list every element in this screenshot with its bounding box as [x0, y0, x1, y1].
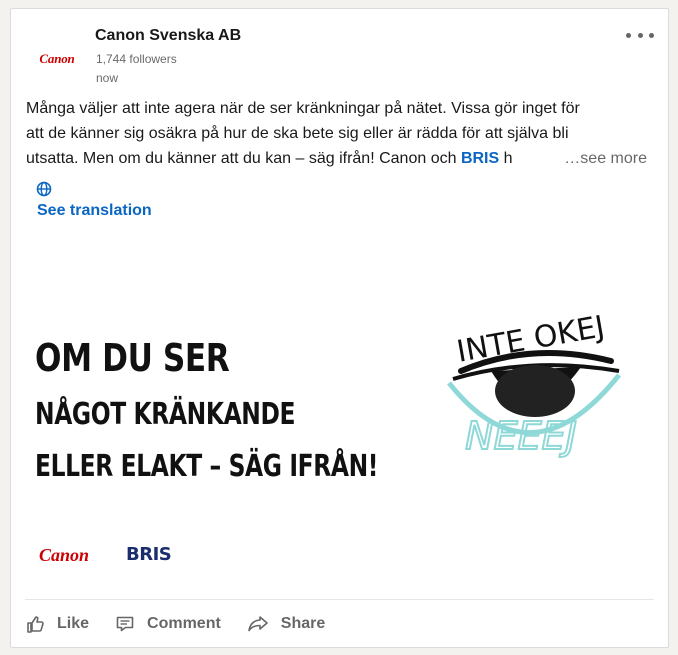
- more-horizontal-icon-dot: [637, 32, 643, 38]
- see-translation-button[interactable]: See translation: [37, 202, 152, 220]
- social-actions-bar: Like Comment Share: [25, 607, 351, 641]
- eye-text-bottom: NEEEJ: [465, 414, 577, 458]
- comment-icon: [116, 616, 134, 632]
- company-logo-text: Canon: [39, 51, 75, 66]
- more-options-button[interactable]: [626, 27, 654, 43]
- image-headline-3: ELLER ELAKT – SÄG IFRÅN!: [35, 449, 379, 484]
- post-image[interactable]: OM DU SER NÅGOT KRÄNKANDE ELLER ELAKT – …: [11, 241, 668, 597]
- thumbs-up-icon: [27, 616, 44, 633]
- eye-text-top: INTE OKEJ: [454, 309, 607, 369]
- post-timestamp: now: [96, 71, 119, 85]
- see-more-button[interactable]: …see more: [558, 146, 647, 171]
- image-canon-logo: Canon: [39, 545, 90, 565]
- more-horizontal-icon-dot: [649, 32, 654, 38]
- image-bris-logo: BRIS: [126, 544, 172, 565]
- comment-button[interactable]: Comment: [115, 614, 221, 634]
- follower-count: 1,744 followers: [96, 52, 177, 66]
- post-card: Canon Canon Svenska AB 1,744 followers n…: [10, 8, 669, 648]
- post-text-fragment: utsatta. Men om du känner att du kan – s…: [26, 150, 461, 167]
- like-button[interactable]: Like: [25, 614, 89, 634]
- share-button[interactable]: Share: [247, 614, 325, 634]
- more-horizontal-icon: [626, 32, 631, 38]
- globe-icon: [36, 181, 52, 197]
- like-label: Like: [57, 615, 90, 632]
- share-arrow-icon: [247, 616, 268, 632]
- action-divider: [25, 599, 654, 600]
- comment-label: Comment: [147, 615, 221, 632]
- eye-illustration: INTE OKEJ NEEEJ: [447, 309, 621, 459]
- post-header: Canon Canon Svenska AB 1,744 followers n…: [11, 9, 668, 99]
- bris-link[interactable]: BRIS: [461, 150, 499, 167]
- share-label: Share: [280, 615, 326, 632]
- company-name[interactable]: Canon Svenska AB: [95, 27, 241, 45]
- post-text-fragment: h: [499, 150, 513, 167]
- post-text-line: Många väljer att inte agera när de ser k…: [26, 100, 580, 117]
- image-headline-2: NÅGOT KRÄNKANDE: [35, 397, 296, 432]
- company-logo[interactable]: Canon: [29, 31, 85, 87]
- post-text-line: att de känner sig osäkra på hur de ska b…: [26, 125, 569, 142]
- image-headline-1: OM DU SER: [35, 336, 230, 380]
